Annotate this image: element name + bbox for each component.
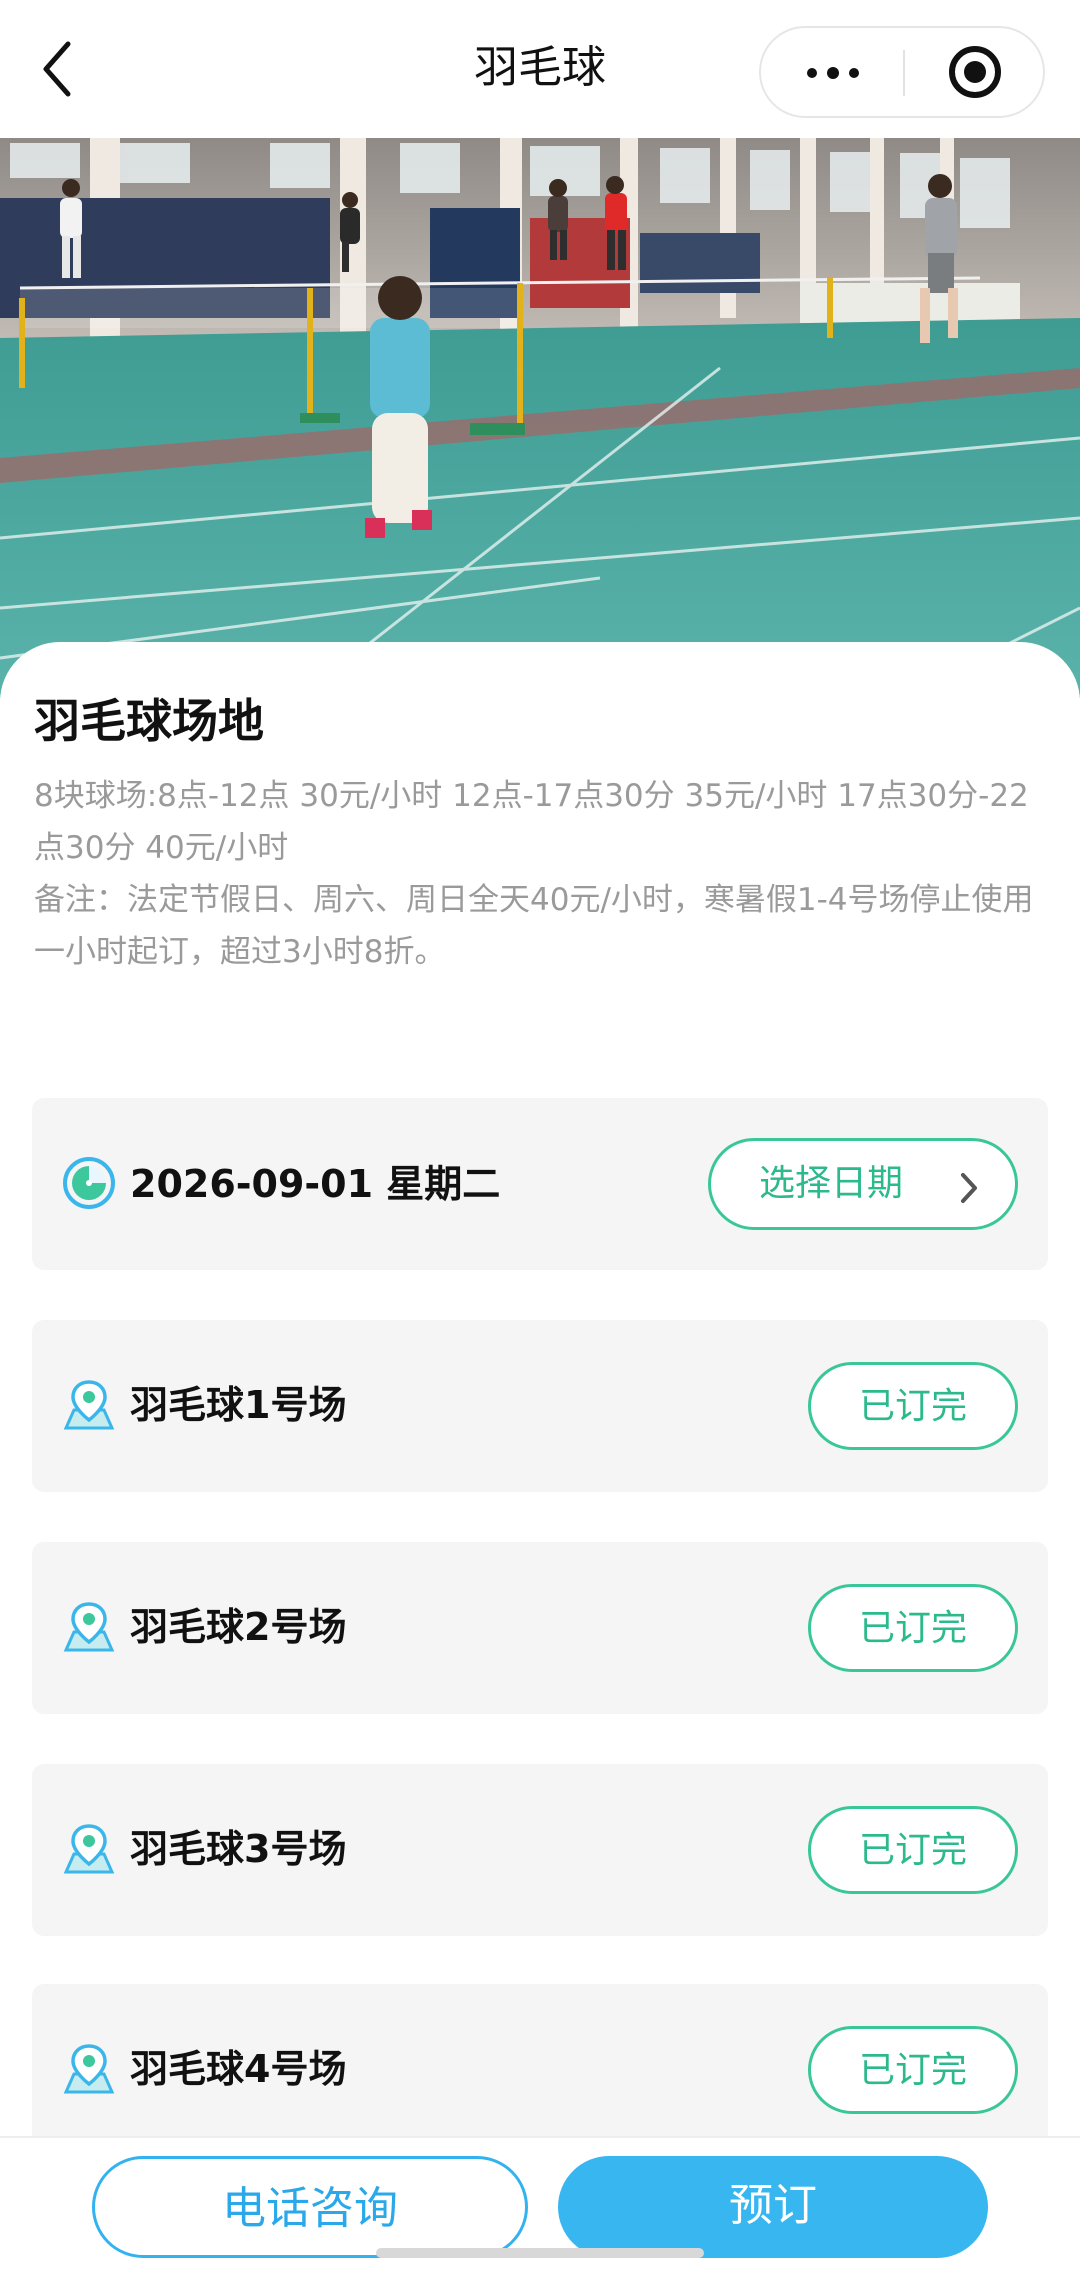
venue-content: 羽毛球场地 8块球场:8点-12点 30元/小时 12点-17点30分 35元/… — [0, 642, 1080, 2156]
date-row: 2026-09-01 星期二 选择日期 — [32, 1098, 1048, 1270]
phone-consult-button[interactable]: 电话咨询 — [92, 2156, 528, 2258]
target-center-dot — [964, 61, 986, 83]
select-date-button[interactable]: 选择日期 — [708, 1138, 1018, 1230]
court-status-badge[interactable]: 已订完 — [808, 1806, 1018, 1894]
selected-date: 2026-09-01 星期二 — [130, 1162, 501, 1206]
select-date-label: 选择日期 — [759, 1163, 904, 1204]
booking-rule-text: 一小时起订，超过3小时8折。 — [34, 934, 446, 970]
navigation-bar: 羽毛球 — [0, 0, 1080, 138]
clock-icon — [63, 1157, 115, 1209]
phone-consult-label: 电话咨询 — [222, 2183, 398, 2234]
location-pin-icon — [63, 2044, 115, 2094]
court-status-label: 已订完 — [858, 1608, 967, 1649]
court-row-2[interactable]: 羽毛球2号场 已订完 — [32, 1542, 1048, 1714]
home-indicator — [376, 2248, 704, 2258]
court-status-badge[interactable]: 已订完 — [808, 1362, 1018, 1450]
court-status-badge[interactable]: 已订完 — [808, 2026, 1018, 2114]
location-pin-icon — [63, 1602, 115, 1652]
location-pin-icon — [63, 1824, 115, 1874]
more-button[interactable] — [761, 28, 903, 116]
court-row-4[interactable]: 羽毛球4号场 已订完 — [32, 1984, 1048, 2156]
court-name: 羽毛球1号场 — [130, 1383, 347, 1427]
chevron-right-icon — [961, 1173, 977, 1203]
court-row-3[interactable]: 羽毛球3号场 已订完 — [32, 1764, 1048, 1936]
court-status-label: 已订完 — [858, 2050, 967, 2091]
miniprogram-capsule — [759, 26, 1045, 118]
venue-title: 羽毛球场地 — [34, 694, 264, 748]
book-label: 预订 — [729, 2180, 817, 2231]
more-dot — [849, 68, 859, 78]
close-miniprogram-button[interactable] — [905, 28, 1045, 116]
book-button[interactable]: 预订 — [558, 2156, 988, 2258]
pricing-text: 8块球场:8点-12点 30元/小时 12点-17点30分 35元/小时 17点… — [34, 778, 1029, 866]
remark-text: 备注：法定节假日、周六、周日全天40元/小时，寒暑假1-4号场停止使用 — [34, 882, 1034, 918]
court-row-1[interactable]: 羽毛球1号场 已订完 — [32, 1320, 1048, 1492]
court-name: 羽毛球4号场 — [130, 2047, 347, 2091]
court-name: 羽毛球3号场 — [130, 1827, 347, 1871]
more-dots-icon — [807, 68, 817, 78]
venue-photo — [0, 138, 1080, 698]
court-name: 羽毛球2号场 — [130, 1605, 347, 1649]
venue-description: 8块球场:8点-12点 30元/小时 12点-17点30分 35元/小时 17点… — [34, 770, 1048, 978]
court-status-label: 已订完 — [858, 1830, 967, 1871]
location-pin-icon — [63, 1380, 115, 1430]
badminton-hall-photo — [0, 138, 1080, 698]
bottom-action-bar: 电话咨询 预订 — [0, 2136, 1080, 2276]
court-status-label: 已订完 — [858, 1386, 967, 1427]
court-status-badge[interactable]: 已订完 — [808, 1584, 1018, 1672]
more-dot — [827, 67, 839, 79]
